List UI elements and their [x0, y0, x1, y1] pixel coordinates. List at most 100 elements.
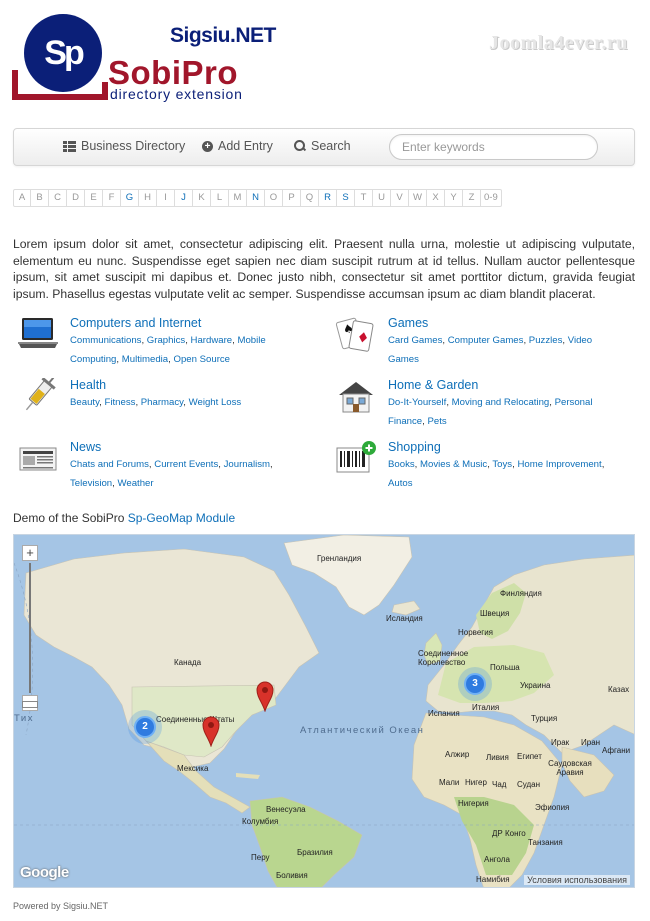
alphabet-letter-0-9[interactable]: 0-9: [481, 189, 502, 207]
category-title[interactable]: Home & Garden: [388, 378, 478, 392]
alphabet-letter-r[interactable]: R: [319, 189, 337, 207]
subcategory-link[interactable]: Communications: [70, 335, 141, 346]
map-label: Танзания: [528, 838, 563, 847]
map-terms-link[interactable]: Условия использования: [524, 875, 630, 885]
map-pin-icon[interactable]: [202, 715, 220, 747]
alphabet-letter-o[interactable]: O: [265, 189, 283, 207]
alphabet-letter-j[interactable]: J: [175, 189, 193, 207]
map-label: Ангола: [484, 855, 510, 864]
subcategory-link[interactable]: Graphics: [147, 335, 185, 346]
subcategory-link[interactable]: Books: [388, 459, 415, 470]
alphabet-letter-l[interactable]: L: [211, 189, 229, 207]
subcategory-link[interactable]: Multimedia: [122, 354, 168, 365]
map-label: Испания: [428, 709, 460, 718]
subcategory-link[interactable]: Weight Loss: [189, 397, 242, 408]
laptop-icon: [18, 318, 58, 348]
alphabet-letter-h[interactable]: H: [139, 189, 157, 207]
subcategory-link[interactable]: Current Events: [154, 459, 218, 470]
subcategory-link[interactable]: Pharmacy: [141, 397, 183, 408]
alphabet-letter-d[interactable]: D: [67, 189, 85, 207]
category-title[interactable]: Health: [70, 378, 106, 392]
subcategory-link[interactable]: Puzzles: [529, 335, 563, 346]
alphabet-letter-m[interactable]: M: [229, 189, 247, 207]
category-games: ♠ ♦ Games Card Games, Computer Games, Pu…: [335, 316, 625, 372]
map-label: Ирак: [551, 738, 570, 747]
map-label: Канада: [174, 658, 202, 667]
house-icon: [339, 382, 373, 413]
map-label: Бразилия: [297, 848, 333, 857]
map-label: Саудовская Аравия: [548, 759, 592, 777]
alphabet-letter-c[interactable]: C: [49, 189, 67, 207]
category-subcategories: Do-It-Yourself, Moving and Relocating, P…: [388, 397, 593, 427]
alphabet-letter-t[interactable]: T: [355, 189, 373, 207]
map-caption-text: Demo of the SobiPro: [13, 511, 125, 525]
zoom-slider-rail[interactable]: [29, 563, 31, 693]
nav-business-directory[interactable]: Business Directory: [63, 139, 185, 153]
alphabet-letter-g[interactable]: G: [121, 189, 139, 207]
nav-add-entry[interactable]: + Add Entry: [202, 139, 273, 153]
alphabet-letter-s[interactable]: S: [337, 189, 355, 207]
subcategory-link[interactable]: Fitness: [105, 397, 136, 408]
subcategory-link[interactable]: Movies & Music: [420, 459, 487, 470]
alphabet-letter-q[interactable]: Q: [301, 189, 319, 207]
alphabet-letter-i[interactable]: I: [157, 189, 175, 207]
sobipro-logo[interactable]: Sp Sigsiu.NET SobiPro directory extensio…: [12, 14, 276, 102]
map-label: Польша: [490, 663, 520, 672]
subcategory-link[interactable]: Chats and Forums: [70, 459, 149, 470]
category-title[interactable]: Shopping: [388, 440, 441, 454]
subcategory-link[interactable]: Home Improvement: [517, 459, 601, 470]
subcategory-link[interactable]: Computer Games: [448, 335, 524, 346]
category-title[interactable]: News: [70, 440, 101, 454]
subcategory-link[interactable]: Open Source: [173, 354, 230, 365]
nav-search[interactable]: Search: [294, 139, 351, 153]
subcategory-link[interactable]: Pets: [427, 416, 446, 427]
zoom-slider-thumb[interactable]: [22, 701, 38, 708]
alphabet-letter-a[interactable]: A: [13, 189, 31, 207]
subcategory-link[interactable]: Journalism: [224, 459, 270, 470]
alphabet-letter-k[interactable]: K: [193, 189, 211, 207]
search-input[interactable]: [389, 134, 598, 160]
alphabet-letter-x[interactable]: X: [427, 189, 445, 207]
barcode-icon: [336, 441, 376, 473]
geomap-module-link[interactable]: Sp-GeoMap Module: [128, 511, 235, 525]
cluster-count: 2: [134, 716, 156, 738]
category-computers: Computers and Internet Communications, G…: [17, 316, 307, 372]
subcategory-link[interactable]: Autos: [388, 478, 413, 489]
alphabet-letter-y[interactable]: Y: [445, 189, 463, 207]
alphabet-letter-e[interactable]: E: [85, 189, 103, 207]
alphabet-letter-z[interactable]: Z: [463, 189, 481, 207]
alphabet-letter-p[interactable]: P: [283, 189, 301, 207]
alphabet-letter-v[interactable]: V: [391, 189, 409, 207]
subcategory-link[interactable]: Hardware: [191, 335, 233, 346]
zoom-in-button[interactable]: +: [22, 545, 38, 561]
syringe-icon: [25, 378, 56, 411]
alphabet-letter-w[interactable]: W: [409, 189, 427, 207]
subcategory-link[interactable]: Toys: [492, 459, 512, 470]
map-land-shapes: [14, 535, 634, 887]
alphabet-letter-u[interactable]: U: [373, 189, 391, 207]
subcategory-link[interactable]: Do-It-Yourself: [388, 397, 446, 408]
footer-powered-by[interactable]: Powered by Sigsiu.NET: [13, 901, 108, 911]
subcategory-link[interactable]: Television: [70, 478, 112, 489]
marker-cluster[interactable]: 3: [458, 667, 492, 701]
subcategory-link[interactable]: Moving and Relocating: [452, 397, 550, 408]
search-icon: [294, 140, 306, 152]
subcategory-link[interactable]: Beauty: [70, 397, 99, 408]
world-map[interactable]: + − Гренландия Исландия Канада Соединенн…: [13, 534, 635, 888]
map-label: ДР Конго: [492, 829, 526, 838]
map-pin-icon[interactable]: [256, 680, 274, 712]
subcategory-link[interactable]: Weather: [117, 478, 153, 489]
logo-tagline: directory extension: [110, 86, 243, 102]
category-subcategories: Beauty, Fitness, Pharmacy, Weight Loss: [70, 397, 242, 408]
alphabet-letter-b[interactable]: B: [31, 189, 49, 207]
map-label: Намибия: [476, 875, 510, 884]
marker-cluster[interactable]: 2: [128, 710, 162, 744]
map-label: Украина: [520, 681, 551, 690]
category-title[interactable]: Games: [388, 316, 428, 330]
alphabet-letter-f[interactable]: F: [103, 189, 121, 207]
category-title[interactable]: Computers and Internet: [70, 316, 201, 330]
map-label: Турция: [531, 714, 558, 723]
map-label: Италия: [472, 703, 500, 712]
subcategory-link[interactable]: Card Games: [388, 335, 442, 346]
alphabet-letter-n[interactable]: N: [247, 189, 265, 207]
